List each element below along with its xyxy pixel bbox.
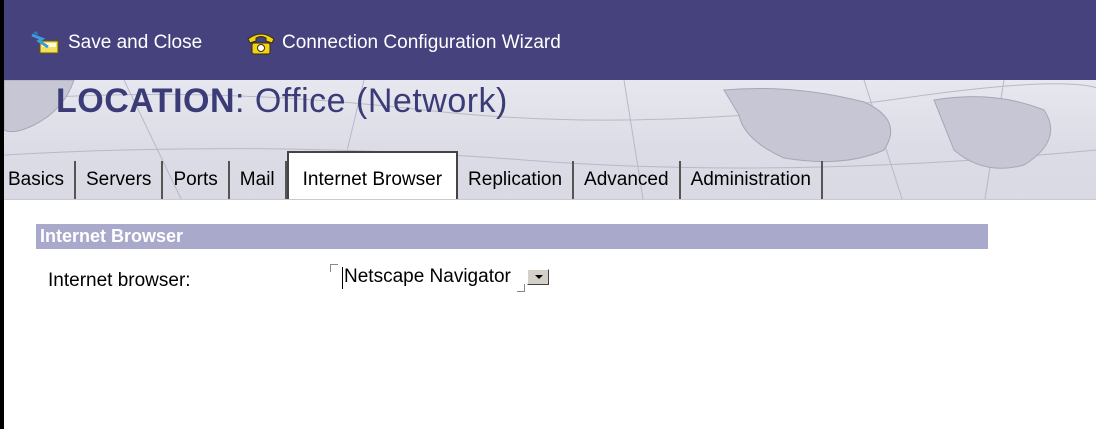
connection-configuration-wizard-button[interactable]: Connection Configuration Wizard bbox=[244, 24, 561, 62]
page-title: LOCATION: Office (Network) bbox=[56, 82, 508, 121]
action-bar: Save and Close Connection Configuration … bbox=[4, 0, 1096, 80]
internet-browser-label: Internet browser: bbox=[48, 270, 191, 291]
section-header: Internet Browser bbox=[36, 224, 988, 249]
save-and-close-label: Save and Close bbox=[68, 32, 203, 53]
dropdown-arrow-icon[interactable] bbox=[526, 269, 549, 285]
location-heading: LOCATION bbox=[56, 82, 236, 120]
tab-basics[interactable]: Basics bbox=[4, 161, 76, 199]
field-bracket-open bbox=[330, 264, 338, 272]
location-value: : Office (Network) bbox=[235, 82, 508, 120]
tab-ports[interactable]: Ports bbox=[163, 161, 230, 199]
tab-advanced[interactable]: Advanced bbox=[574, 161, 681, 199]
telephone-icon bbox=[244, 29, 276, 57]
tab-administration[interactable]: Administration bbox=[681, 161, 823, 199]
tab-strip: Basics Servers Ports Mail Internet Brows… bbox=[4, 151, 823, 199]
connection-configuration-wizard-label: Connection Configuration Wizard bbox=[282, 32, 561, 53]
tab-internet-browser[interactable]: Internet Browser bbox=[286, 151, 459, 199]
tab-content: Internet Browser Internet browser: Netsc… bbox=[4, 199, 1096, 430]
field-bracket-close bbox=[516, 284, 525, 292]
tab-servers[interactable]: Servers bbox=[76, 161, 164, 199]
internet-browser-value[interactable]: Netscape Navigator bbox=[342, 266, 511, 289]
tab-replication[interactable]: Replication bbox=[458, 161, 575, 199]
tab-mail[interactable]: Mail bbox=[230, 161, 287, 199]
save-close-icon bbox=[30, 29, 62, 57]
save-and-close-button[interactable]: Save and Close bbox=[30, 24, 202, 62]
internet-browser-field[interactable]: Netscape Navigator bbox=[330, 260, 549, 294]
